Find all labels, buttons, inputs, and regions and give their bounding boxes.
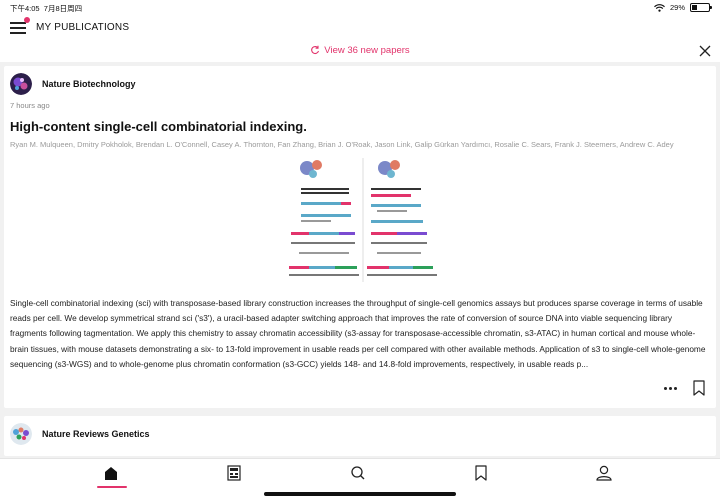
status-date: 7月8日周四 [43,4,83,13]
journal-name[interactable]: Nature Biotechnology [42,79,136,89]
more-icon-dot [669,386,672,390]
battery-percent: 29% [669,3,685,12]
tab-profile[interactable] [592,465,616,481]
paper-abstract: Single-cell combinatorial indexing (sci)… [10,298,706,369]
tab-search[interactable] [346,465,370,481]
more-options-button[interactable] [664,382,680,394]
status-bar: 下午4:05 7月8日周四 29% [0,0,720,14]
search-icon [351,466,365,480]
status-time: 下午4:05 7月8日周四 [10,3,82,14]
menu-button[interactable] [10,17,30,34]
view-new-papers-link[interactable]: View 36 new papers [0,45,720,56]
paper-card[interactable]: Nature Biotechnology 7 hours ago High-co… [4,66,716,408]
tab-home[interactable] [99,465,123,481]
notification-dot [24,17,30,23]
bookmark-icon [475,465,487,481]
journal-logo [10,73,32,95]
status-right: 29% [654,3,712,12]
paper-title[interactable]: High-content single-cell combinatorial i… [10,119,307,134]
status-clock: 下午4:05 [10,4,40,13]
home-icon [105,467,117,480]
more-icon-dot [674,386,677,390]
time-ago: 7 hours ago [10,101,50,110]
home-indicator[interactable] [264,492,456,496]
paper-authors: Ryan M. Mulqueen, Dmitry Pokholok, Brend… [10,140,674,149]
active-tab-indicator [97,486,127,488]
refresh-icon [311,45,320,55]
close-banner-button[interactable] [698,44,712,58]
menu-icon-line [10,32,26,34]
journal-icon [227,465,241,481]
more-icon-dot [664,386,667,390]
menu-icon-line [10,22,26,24]
battery-icon [690,3,712,12]
battery-fill [692,5,697,10]
journal-name[interactable]: Nature Reviews Genetics [42,429,150,439]
app-header: MY PUBLICATIONS [0,14,720,42]
bookmark-button[interactable] [692,380,706,396]
profile-icon [596,465,612,481]
page-title: MY PUBLICATIONS [36,22,130,33]
tab-saved[interactable] [469,465,493,481]
wifi-icon [654,3,665,12]
journal-logo [10,423,32,445]
bookmark-icon [693,380,705,396]
tab-bar [0,458,720,500]
new-papers-label: View 36 new papers [324,45,410,56]
close-icon [699,45,711,57]
paper-card[interactable]: Nature Reviews Genetics [4,416,716,456]
menu-icon-line [10,27,26,29]
paper-figure[interactable] [287,158,441,282]
new-papers-banner: View 36 new papers [0,42,720,62]
tab-journals[interactable] [222,465,246,481]
